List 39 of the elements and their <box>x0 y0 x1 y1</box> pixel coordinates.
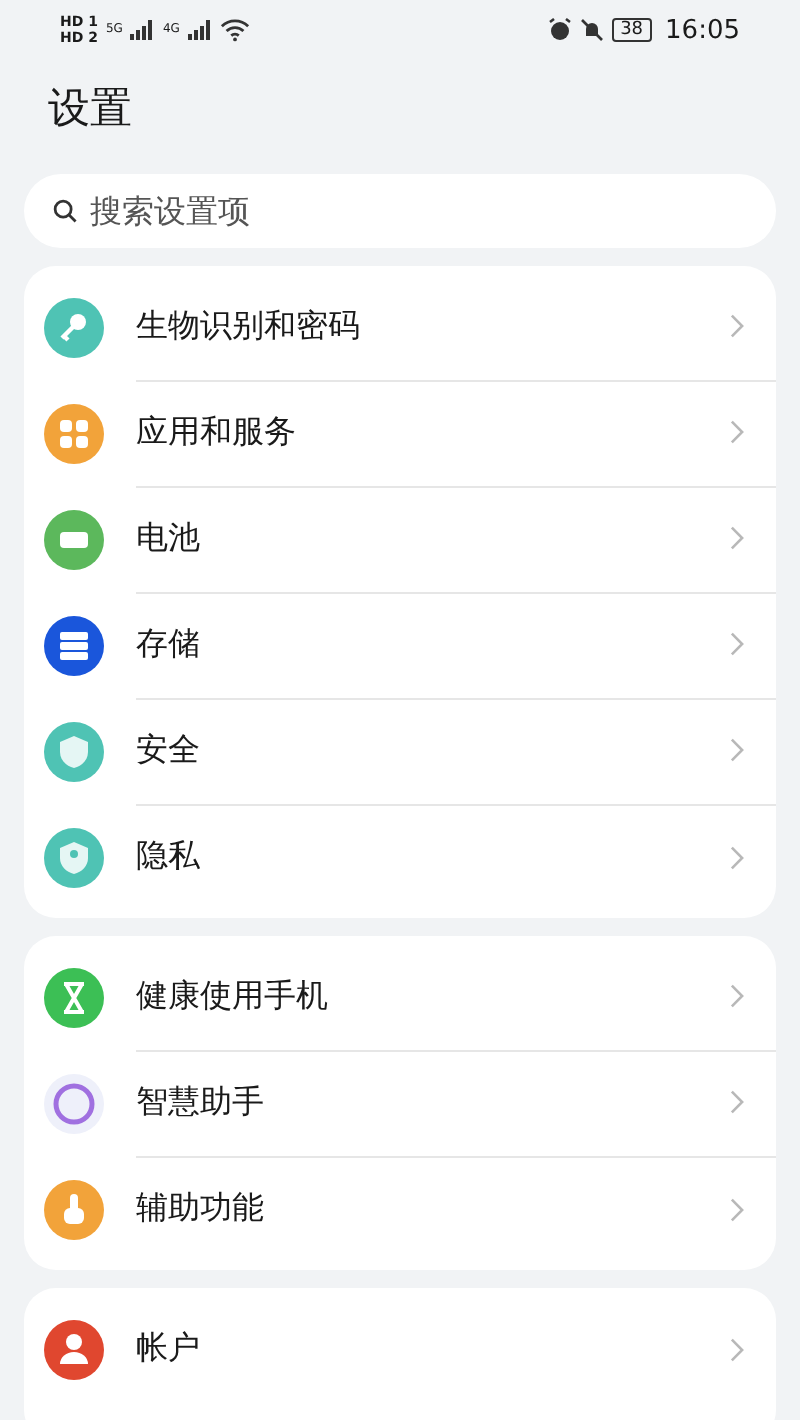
signal-icon <box>187 20 212 40</box>
item-label: 应用和服务 <box>136 411 296 453</box>
search-field[interactable]: 搜索设置项 <box>24 174 776 248</box>
item-label: 隐私 <box>136 836 200 878</box>
chevron-icon <box>730 314 744 338</box>
settings-item[interactable]: 隐私 <box>24 804 776 910</box>
battery-indicator: 38 <box>612 18 652 42</box>
settings-item[interactable]: 应用和服务 <box>24 380 776 486</box>
settings-item[interactable]: 智慧助手 <box>24 1050 776 1156</box>
item-label: 生物识别和密码 <box>136 305 360 347</box>
settings-item[interactable]: 辅助功能 <box>24 1156 776 1262</box>
item-label: 电池 <box>136 517 200 559</box>
page-title: 设置 <box>46 82 134 136</box>
chevron-icon <box>730 632 744 656</box>
wifi-icon <box>219 18 250 42</box>
item-label: 智慧助手 <box>136 1081 264 1123</box>
item-label: 健康使用手机 <box>136 975 328 1017</box>
mute-bell-icon <box>580 18 605 42</box>
chevron-icon <box>730 845 744 869</box>
item-label: 存储 <box>136 623 200 665</box>
settings-item[interactable]: 存储 <box>24 592 776 698</box>
item-label: 安全 <box>136 729 200 771</box>
chevron-icon <box>730 1197 744 1221</box>
item-label: 帐户 <box>136 1328 200 1370</box>
chevron-icon <box>730 420 744 444</box>
chevron-icon <box>730 738 744 762</box>
settings-item[interactable]: 帐户 <box>24 1296 776 1402</box>
settings-item[interactable]: 生物识别和密码 <box>24 274 776 380</box>
chevron-icon <box>730 1090 744 1114</box>
chevron-icon <box>730 526 744 550</box>
settings-item[interactable]: 安全 <box>24 698 776 804</box>
settings-item[interactable]: 健康使用手机 <box>24 944 776 1050</box>
item-label: 辅助功能 <box>136 1188 264 1230</box>
chevron-icon <box>730 1337 744 1361</box>
signal-icon <box>130 20 155 40</box>
chevron-icon <box>730 984 744 1008</box>
settings-item[interactable]: 电池 <box>24 486 776 592</box>
alarm-icon <box>548 18 573 42</box>
clock-time: 16:05 <box>665 15 740 45</box>
